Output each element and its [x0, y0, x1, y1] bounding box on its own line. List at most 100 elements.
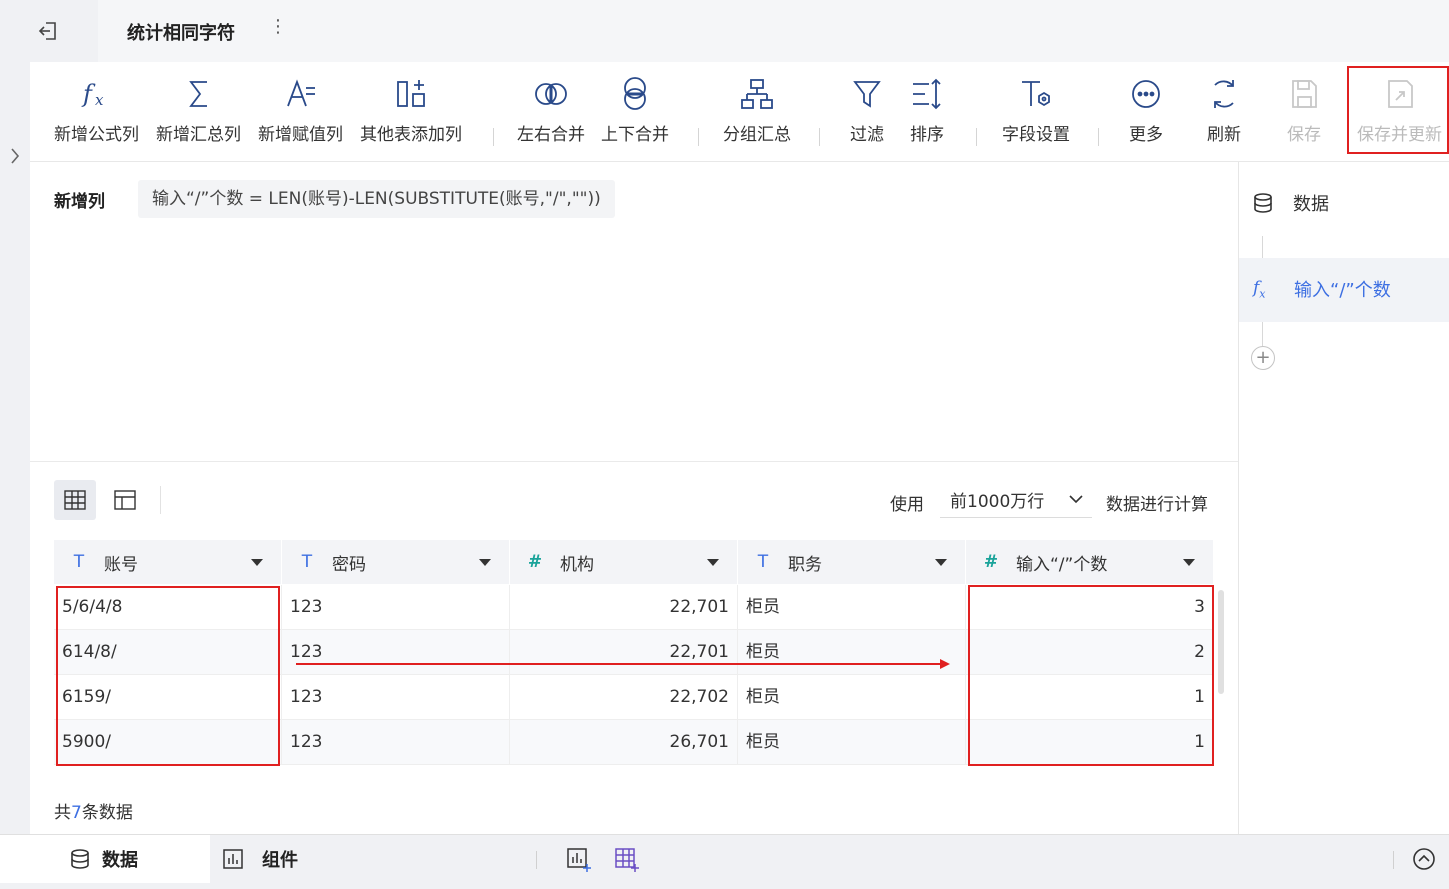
caret-down-icon[interactable] — [251, 559, 263, 566]
column-header[interactable]: T 账号 — [54, 540, 282, 584]
caret-down-icon[interactable] — [707, 559, 719, 566]
sort-icon — [913, 78, 941, 110]
vertical-scrollbar[interactable] — [1218, 590, 1224, 694]
number-type-icon: # — [527, 552, 543, 572]
more-button[interactable]: 更多 — [1129, 76, 1163, 145]
row-range-value: 前1000万行 — [950, 492, 1045, 512]
tab-data[interactable]: 数据 — [0, 835, 210, 883]
table-cell[interactable]: 123 — [282, 585, 510, 630]
highlight-box — [968, 585, 1214, 766]
hierarchy-icon — [741, 79, 773, 109]
grid-view-button[interactable] — [54, 480, 96, 520]
divider — [160, 486, 161, 514]
more-horizontal-icon — [1132, 80, 1160, 108]
caret-down-icon[interactable] — [935, 559, 947, 566]
toolbar-divider — [698, 128, 699, 146]
add-table-icon[interactable] — [614, 847, 640, 877]
tool-label: 字段设置 — [1002, 125, 1070, 145]
column-header-label: 职务 — [788, 554, 822, 575]
column-header-label: 账号 — [104, 554, 138, 575]
tool-label: 保存 — [1287, 125, 1321, 145]
column-header[interactable]: # 输入“/”个数 — [966, 540, 1214, 584]
tool-label: 新增赋值列 — [258, 125, 343, 145]
add-column-from-table-button[interactable]: 其他表添加列 — [360, 76, 462, 145]
toolbar: f x 新增公式列 新增汇总列 新增赋值列 其他表添加列 左右合并 上下合并 分… — [30, 62, 1449, 162]
tool-label: 新增汇总列 — [156, 125, 241, 145]
column-header-label: 输入“/”个数 — [1016, 554, 1108, 575]
table-cell[interactable]: 123 — [282, 675, 510, 720]
refresh-icon — [1214, 80, 1234, 108]
table-cell[interactable]: 柜员 — [738, 675, 966, 720]
table-cell[interactable]: 123 — [282, 720, 510, 765]
table-cell[interactable]: 22,702 — [510, 675, 738, 720]
tool-label: 上下合并 — [601, 125, 669, 145]
text-type-icon: T — [73, 552, 85, 572]
table-cell[interactable]: 22,701 — [510, 585, 738, 630]
tool-label: 过滤 — [850, 125, 884, 145]
add-chart-icon[interactable] — [566, 847, 592, 877]
column-header-label: 机构 — [560, 554, 594, 575]
svg-text:x: x — [95, 91, 104, 109]
highlight-box — [56, 586, 280, 766]
merge-up-down-button[interactable]: 上下合并 — [601, 76, 669, 145]
fx-icon: fx — [1253, 278, 1266, 301]
chevron-up-circle-icon[interactable] — [1412, 847, 1436, 875]
bar-chart-icon — [223, 849, 243, 869]
step-formula[interactable]: fx 输入“/”个数 — [1239, 258, 1449, 322]
use-label: 使用 — [890, 495, 924, 515]
tool-label: 刷新 — [1207, 125, 1241, 145]
filter-icon — [853, 81, 881, 108]
table-cell[interactable]: 柜员 — [738, 585, 966, 630]
text-type-icon: T — [757, 552, 769, 572]
save-button[interactable]: 保存 — [1287, 76, 1321, 145]
add-column-icon — [397, 80, 425, 107]
new-summary-column-button[interactable]: 新增汇总列 — [156, 76, 241, 145]
column-header[interactable]: T 密码 — [282, 540, 510, 584]
toolbar-divider — [1098, 128, 1099, 146]
caret-down-icon[interactable] — [479, 559, 491, 566]
number-type-icon: # — [983, 552, 999, 572]
exit-icon[interactable] — [30, 16, 66, 46]
new-assign-column-button[interactable]: 新增赋值列 — [258, 76, 343, 145]
calc-label: 数据进行计算 — [1106, 495, 1208, 515]
arrow-right-icon — [296, 659, 950, 669]
text-settings-icon — [1022, 81, 1050, 107]
toolbar-divider — [976, 128, 977, 146]
table-cell[interactable]: 柜员 — [738, 720, 966, 765]
data-preview: 使用 前1000万行 数据进行计算 T 账号 T 密码 # 机构 T 职务 # … — [30, 462, 1238, 834]
column-header[interactable]: # 机构 — [510, 540, 738, 584]
row-range-select[interactable]: 前1000万行 — [940, 482, 1092, 518]
left-collapsed-panel — [0, 62, 30, 834]
layout-icon — [114, 490, 136, 510]
merge-left-right-button[interactable]: 左右合并 — [517, 76, 585, 145]
column-header[interactable]: T 职务 — [738, 540, 966, 584]
filter-button[interactable]: 过滤 — [850, 76, 884, 145]
more-vertical-icon[interactable]: ⋮ — [268, 16, 288, 37]
group-summary-button[interactable]: 分组汇总 — [723, 76, 791, 145]
grid-icon — [64, 490, 86, 510]
step-connector — [1262, 322, 1263, 346]
step-data[interactable]: 数据 — [1253, 190, 1329, 216]
bottom-bar: 数据 组件 — [0, 834, 1449, 889]
chevron-down-icon — [1069, 495, 1083, 504]
formula-expression[interactable]: 输入“/”个数 = LEN(账号)-LEN(SUBSTITUTE(账号,"/",… — [138, 180, 615, 218]
refresh-button[interactable]: 刷新 — [1207, 76, 1241, 145]
divider — [536, 851, 537, 869]
tab-component[interactable]: 组件 — [222, 835, 298, 883]
tab-data-label: 数据 — [102, 850, 138, 871]
tool-label: 新增公式列 — [54, 125, 139, 145]
toolbar-divider — [819, 128, 820, 146]
tool-label: 左右合并 — [517, 125, 585, 145]
sort-button[interactable]: 排序 — [910, 76, 944, 145]
venn-vertical-icon — [624, 77, 646, 110]
step-data-label: 数据 — [1293, 194, 1329, 215]
title-tab — [98, 0, 1449, 62]
layout-view-button[interactable] — [104, 480, 146, 520]
tool-label: 其他表添加列 — [360, 125, 462, 145]
field-settings-button[interactable]: 字段设置 — [1002, 76, 1070, 145]
chevron-right-icon[interactable] — [8, 146, 22, 170]
table-cell[interactable]: 26,701 — [510, 720, 738, 765]
caret-down-icon[interactable] — [1183, 559, 1195, 566]
new-formula-column-button[interactable]: f x 新增公式列 — [54, 76, 139, 145]
add-step-button[interactable]: + — [1251, 346, 1275, 370]
